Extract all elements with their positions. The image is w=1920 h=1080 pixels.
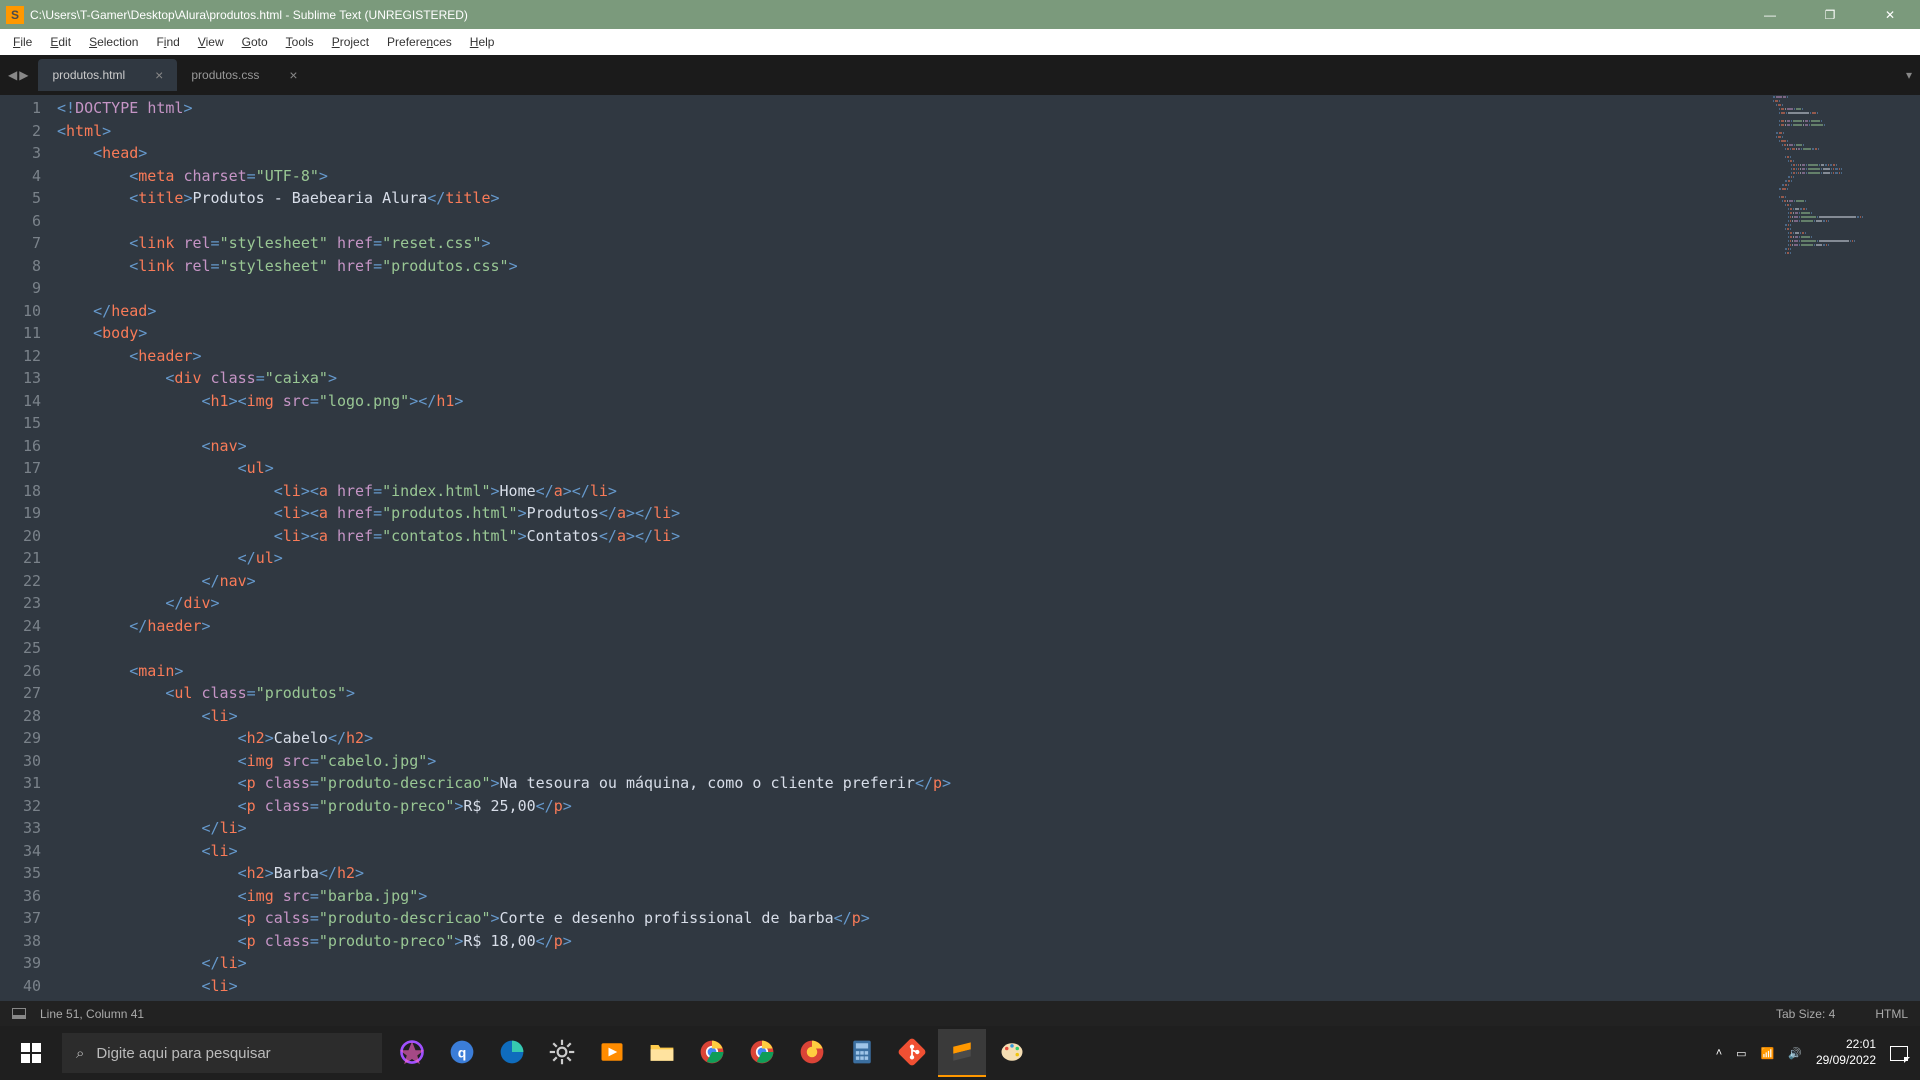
taskbar-search[interactable]: ⌕ Digite aqui para pesquisar (62, 1033, 382, 1073)
tab-label: produtos.html (52, 68, 125, 82)
tray-battery-icon[interactable]: ▭ (1736, 1047, 1746, 1060)
taskbar-app-explorer[interactable] (638, 1029, 686, 1077)
search-icon: ⌕ (76, 1045, 84, 1062)
menu-goto[interactable]: Goto (233, 31, 277, 53)
taskbar-app-chrome-2[interactable] (738, 1029, 786, 1077)
close-icon[interactable]: × (289, 67, 297, 83)
panel-switcher-icon[interactable] (12, 1008, 26, 1019)
editor[interactable]: 1234567891011121314151617181920212223242… (0, 95, 1920, 1001)
tray-chevron-icon[interactable]: ˄ (1716, 1047, 1722, 1059)
taskbar-app-settings[interactable] (538, 1029, 586, 1077)
taskbar-app-paint[interactable] (988, 1029, 1036, 1077)
tabbar: ◀ ▶ produtos.html × produtos.css × ▾ (0, 55, 1920, 95)
taskbar-app-chrome-1[interactable] (688, 1029, 736, 1077)
tray-clock[interactable]: 22:01 29/09/2022 (1816, 1037, 1876, 1068)
taskbar-app-git[interactable] (888, 1029, 936, 1077)
windows-icon (21, 1043, 41, 1063)
taskbar-app-edge[interactable] (488, 1029, 536, 1077)
minimize-button[interactable]: — (1740, 0, 1800, 29)
statusbar: Line 51, Column 41 Tab Size: 4 HTML (0, 1001, 1920, 1026)
clock-time: 22:01 (1816, 1037, 1876, 1053)
taskbar-app-sublime[interactable] (938, 1029, 986, 1077)
search-placeholder: Digite aqui para pesquisar (96, 1045, 270, 1062)
cursor-position[interactable]: Line 51, Column 41 (40, 1007, 144, 1021)
menu-preferences[interactable]: Preferences (378, 31, 461, 53)
menu-tools[interactable]: Tools (277, 31, 323, 53)
clock-date: 29/09/2022 (1816, 1053, 1876, 1069)
menubar: File Edit Selection Find View Goto Tools… (0, 29, 1920, 55)
syntax-mode[interactable]: HTML (1875, 1007, 1908, 1021)
tab-label: produtos.css (191, 68, 259, 82)
taskbar: ⌕ Digite aqui para pesquisar q (0, 1026, 1920, 1080)
start-button[interactable] (0, 1026, 62, 1080)
tab-produtos-html[interactable]: produtos.html × (38, 59, 177, 91)
taskbar-app-video[interactable] (588, 1029, 636, 1077)
menu-file[interactable]: File (4, 31, 41, 53)
close-icon[interactable]: × (155, 67, 163, 83)
tray-network-icon[interactable]: 📶 (1761, 1047, 1775, 1060)
tab-size[interactable]: Tab Size: 4 (1776, 1007, 1835, 1021)
notifications-icon[interactable] (1890, 1046, 1908, 1061)
nav-forward-icon[interactable]: ▶ (19, 68, 28, 82)
close-button[interactable]: ✕ (1860, 0, 1920, 29)
taskbar-app-cortana[interactable] (388, 1029, 436, 1077)
window-title: C:\Users\T-Gamer\Desktop\Alura\produtos.… (30, 8, 1740, 22)
gutter: 1234567891011121314151617181920212223242… (0, 95, 57, 1001)
menu-view[interactable]: View (189, 31, 233, 53)
menu-help[interactable]: Help (461, 31, 504, 53)
code-area[interactable]: <!DOCTYPE html><html> <head> <meta chars… (57, 95, 1920, 1001)
app-icon: S (6, 6, 24, 24)
maximize-button[interactable]: ❐ (1800, 0, 1860, 29)
tray-volume-icon[interactable]: 🔊 (1788, 1047, 1802, 1060)
tab-overflow-icon[interactable]: ▾ (1906, 68, 1912, 82)
taskbar-app-qbittorrent[interactable]: q (438, 1029, 486, 1077)
menu-project[interactable]: Project (323, 31, 378, 53)
svg-text:q: q (458, 1044, 467, 1060)
menu-selection[interactable]: Selection (80, 31, 147, 53)
taskbar-app-chrome-canary[interactable] (788, 1029, 836, 1077)
tab-produtos-css[interactable]: produtos.css × (177, 59, 311, 91)
menu-edit[interactable]: Edit (41, 31, 80, 53)
nav-back-icon[interactable]: ◀ (8, 68, 17, 82)
window-titlebar: S C:\Users\T-Gamer\Desktop\Alura\produto… (0, 0, 1920, 29)
menu-find[interactable]: Find (147, 31, 188, 53)
taskbar-app-calculator[interactable] (838, 1029, 886, 1077)
